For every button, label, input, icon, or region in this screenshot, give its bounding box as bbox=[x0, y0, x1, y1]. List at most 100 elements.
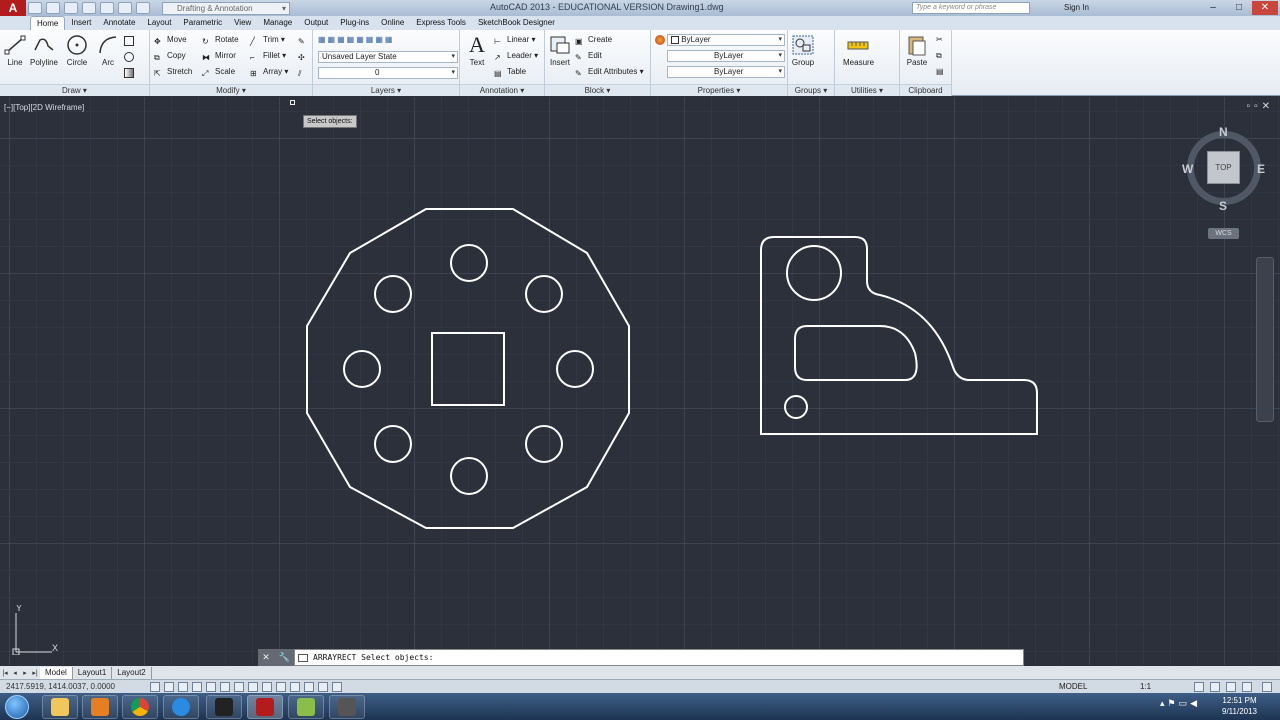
save-as-icon[interactable] bbox=[82, 2, 96, 14]
drawing-area[interactable]: [−][Top][2D Wireframe] ▫▫✕ Select object… bbox=[0, 97, 1280, 665]
polar-toggle[interactable] bbox=[206, 682, 216, 692]
save-icon[interactable] bbox=[64, 2, 78, 14]
compass-south[interactable]: S bbox=[1219, 199, 1227, 213]
application-menu-button[interactable]: A bbox=[0, 0, 26, 16]
new-icon[interactable] bbox=[28, 2, 42, 14]
leader-button[interactable]: ↗ Leader ▾ bbox=[494, 49, 538, 63]
workspace-select[interactable]: Drafting & Annotation bbox=[162, 1, 290, 15]
tab-annotate[interactable]: Annotate bbox=[97, 16, 141, 30]
groups-panel-title[interactable]: Groups ▾ bbox=[788, 84, 834, 96]
copy-clip-icon[interactable]: ⧉ bbox=[936, 49, 942, 63]
compass-west[interactable]: W bbox=[1182, 162, 1193, 176]
next-tab-icon[interactable]: ▸ bbox=[20, 669, 30, 677]
line-button[interactable]: Line bbox=[0, 34, 30, 67]
navigation-bar[interactable] bbox=[1256, 257, 1274, 422]
tab-output[interactable]: Output bbox=[298, 16, 334, 30]
taskbar-chrome[interactable] bbox=[122, 695, 158, 719]
open-icon[interactable] bbox=[46, 2, 60, 14]
last-tab-icon[interactable]: ▸| bbox=[30, 669, 40, 677]
tab-insert[interactable]: Insert bbox=[65, 16, 97, 30]
arc-button[interactable]: Arc bbox=[93, 34, 123, 67]
lwt-toggle[interactable] bbox=[290, 682, 300, 692]
undo-icon[interactable] bbox=[118, 2, 132, 14]
insert-block-button[interactable]: Insert bbox=[545, 34, 575, 67]
layer-state-select[interactable]: Unsaved Layer State bbox=[318, 51, 458, 63]
linear-dimension-button[interactable]: ⊢ Linear ▾ bbox=[494, 33, 536, 47]
annotation-panel-title[interactable]: Annotation ▾ bbox=[460, 84, 544, 96]
erase-icon[interactable]: ✎ bbox=[298, 33, 311, 47]
otrack-toggle[interactable] bbox=[248, 682, 258, 692]
modify-panel-title[interactable]: Modify ▾ bbox=[150, 84, 312, 96]
layer-tools-icons[interactable]: ▦▦▦▦▦▦▦▦ bbox=[318, 33, 394, 47]
edit-block-button[interactable]: ✎ Edit bbox=[575, 49, 602, 63]
search-input[interactable]: Type a keyword or phrase bbox=[912, 2, 1030, 14]
customize-icon[interactable]: 🔧 bbox=[278, 652, 289, 663]
first-tab-icon[interactable]: |◂ bbox=[0, 669, 10, 677]
snap-toggle[interactable] bbox=[164, 682, 174, 692]
hardware-acceleration-icon[interactable] bbox=[1226, 682, 1236, 692]
taskbar-explorer[interactable] bbox=[42, 695, 78, 719]
tab-sketchbook-designer[interactable]: SketchBook Designer bbox=[472, 16, 561, 30]
taskbar-autocad[interactable] bbox=[247, 695, 283, 719]
taskbar-app[interactable] bbox=[206, 695, 242, 719]
model-space-toggle[interactable]: MODEL bbox=[1059, 682, 1087, 691]
scale-button[interactable]: ⤢ Scale bbox=[202, 65, 235, 79]
tab-home[interactable]: Home bbox=[30, 16, 66, 30]
move-button[interactable]: ✥ Move bbox=[154, 33, 187, 47]
tab-model[interactable]: Model bbox=[40, 666, 73, 679]
redo-icon[interactable] bbox=[136, 2, 150, 14]
qp-toggle[interactable] bbox=[318, 682, 328, 692]
sign-in-link[interactable]: Sign In bbox=[1064, 3, 1089, 12]
trim-button[interactable]: ╱ Trim ▾ bbox=[250, 33, 285, 47]
minimize-button[interactable]: – bbox=[1200, 1, 1226, 15]
rotate-button[interactable]: ↻ Rotate bbox=[202, 33, 239, 47]
circle-button[interactable]: Circle bbox=[62, 34, 92, 67]
maximize-button[interactable]: □ bbox=[1226, 1, 1252, 15]
lineweight-select[interactable]: ByLayer bbox=[667, 50, 785, 62]
plot-icon[interactable] bbox=[100, 2, 114, 14]
tab-express-tools[interactable]: Express Tools bbox=[410, 16, 472, 30]
color-select[interactable]: ByLayer bbox=[667, 34, 785, 46]
measure-button[interactable]: Measure bbox=[843, 34, 874, 67]
clock[interactable]: 12:51 PM 9/11/2013 bbox=[1222, 695, 1257, 717]
clipboard-panel-title[interactable]: Clipboard bbox=[900, 84, 951, 96]
annotation-scale-select[interactable]: 1:1 bbox=[1140, 682, 1151, 691]
mirror-button[interactable]: ⧓ Mirror bbox=[202, 49, 236, 63]
text-button[interactable]: A Text bbox=[462, 34, 492, 68]
tab-manage[interactable]: Manage bbox=[257, 16, 298, 30]
ducs-toggle[interactable] bbox=[262, 682, 272, 692]
tab-layout1[interactable]: Layout1 bbox=[73, 666, 113, 679]
dyn-toggle[interactable] bbox=[276, 682, 286, 692]
stretch-button[interactable]: ⇱ Stretch bbox=[154, 65, 192, 79]
offset-icon[interactable]: ⫽ bbox=[298, 65, 311, 79]
isolate-objects-icon[interactable] bbox=[1242, 682, 1252, 692]
tab-parametric[interactable]: Parametric bbox=[177, 16, 228, 30]
explode-icon[interactable]: ✣ bbox=[298, 49, 311, 63]
command-history-icon[interactable] bbox=[298, 654, 308, 662]
grid-toggle[interactable] bbox=[178, 682, 188, 692]
gradient-icon[interactable] bbox=[124, 66, 137, 80]
copy-button[interactable]: ⧉ Copy bbox=[154, 49, 186, 63]
properties-panel-title[interactable]: Properties ▾ bbox=[651, 84, 787, 96]
create-block-button[interactable]: ▣ Create bbox=[575, 33, 612, 47]
close-command-icon[interactable]: ✕ bbox=[262, 652, 270, 663]
linetype-select[interactable]: ByLayer bbox=[667, 66, 785, 78]
tab-plug-ins[interactable]: Plug-ins bbox=[334, 16, 375, 30]
fillet-button[interactable]: ⌐ Fillet ▾ bbox=[250, 49, 286, 63]
start-button[interactable] bbox=[5, 695, 29, 719]
table-button[interactable]: ▤ Table bbox=[494, 65, 526, 79]
wcs-menu[interactable]: WCS bbox=[1208, 228, 1239, 239]
layer-select[interactable]: 0 bbox=[318, 67, 458, 79]
paste-button[interactable]: Paste bbox=[902, 34, 932, 67]
workspace-switch-icon[interactable] bbox=[1194, 682, 1204, 692]
utilities-panel-title[interactable]: Utilities ▾ bbox=[835, 84, 899, 96]
system-tray-icons[interactable]: ▴⚑▭◀ bbox=[1160, 698, 1200, 709]
close-button[interactable]: ✕ bbox=[1252, 1, 1278, 15]
array-button[interactable]: ⊞ Array ▾ bbox=[250, 65, 288, 79]
prev-tab-icon[interactable]: ◂ bbox=[10, 669, 20, 677]
infer-constraints-toggle[interactable] bbox=[150, 682, 160, 692]
polyline-button[interactable]: Polyline bbox=[29, 34, 59, 67]
viewcube[interactable]: TOP N S E W bbox=[1182, 125, 1265, 213]
compass-north[interactable]: N bbox=[1219, 125, 1228, 139]
block-panel-title[interactable]: Block ▾ bbox=[545, 84, 650, 96]
